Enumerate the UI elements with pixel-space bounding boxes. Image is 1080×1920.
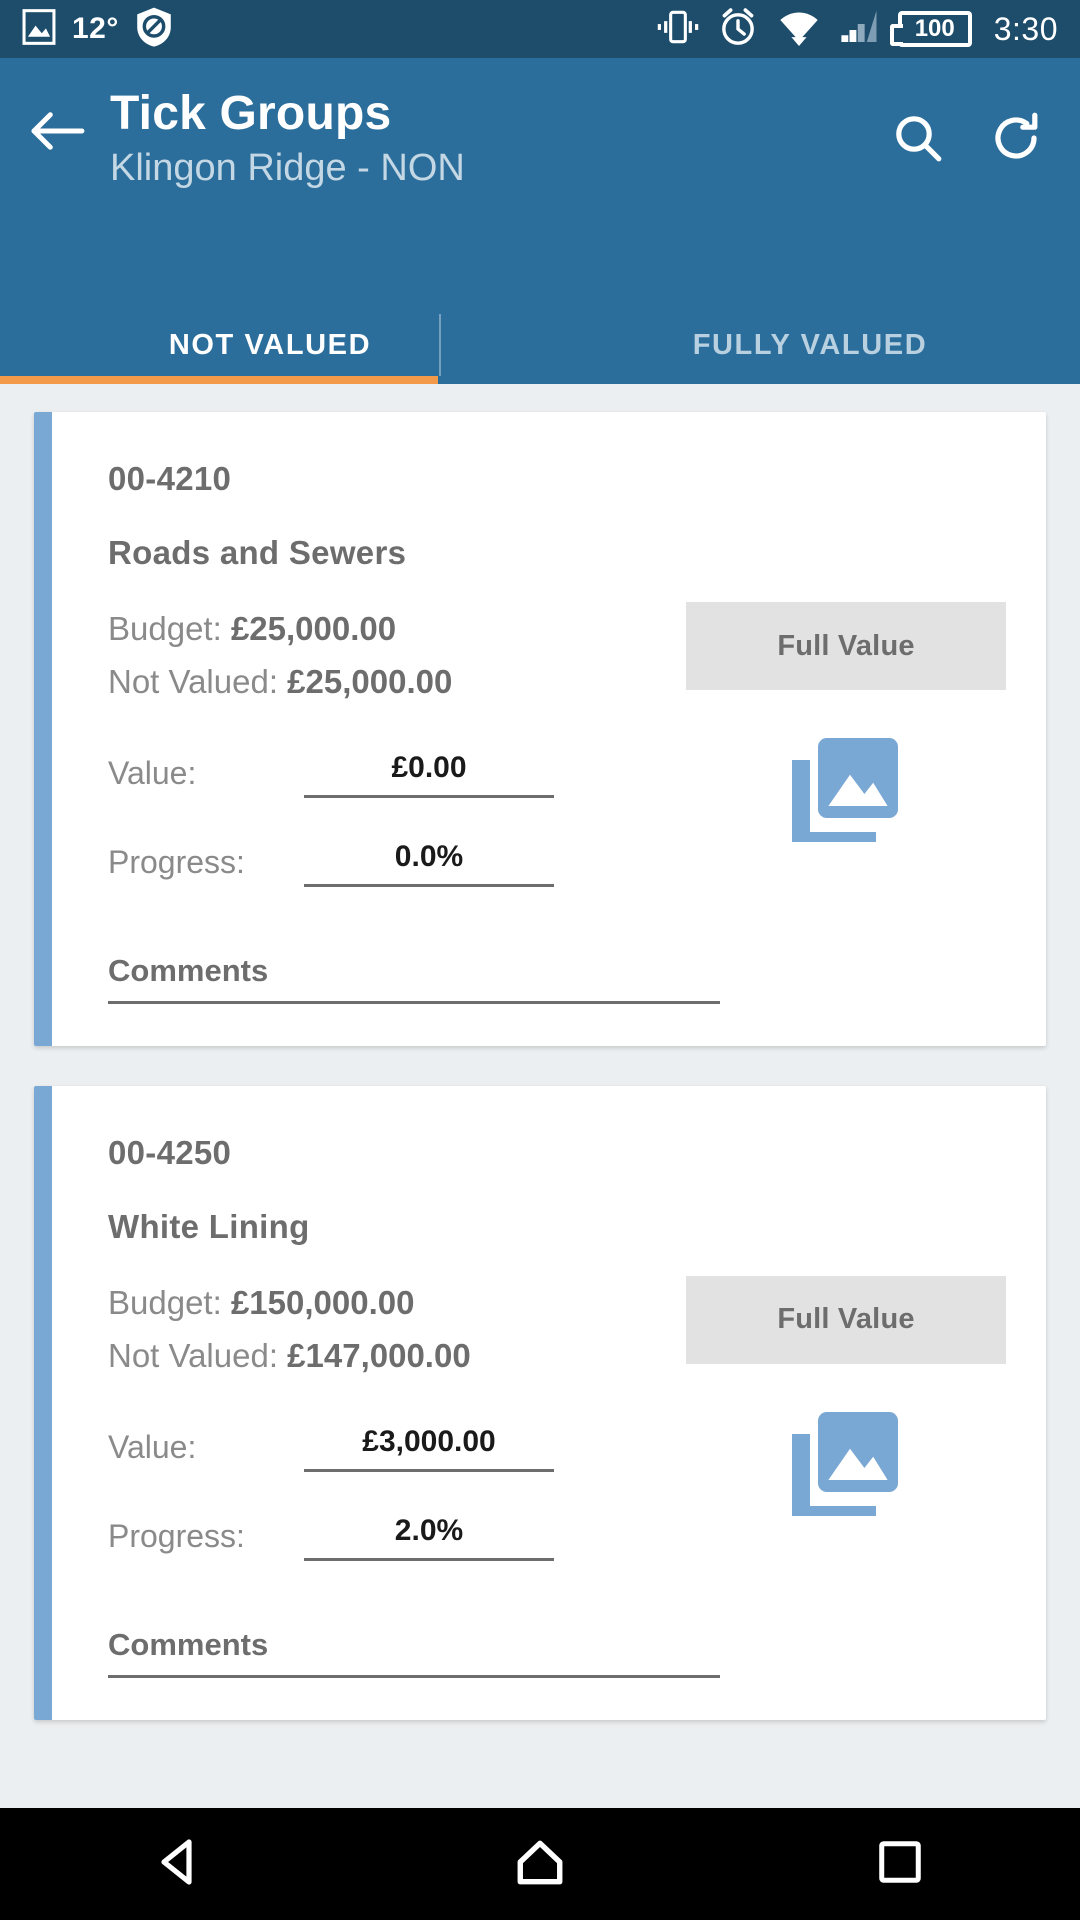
app-bar: Tick Groups Klingon Ridge - NON (0, 58, 1080, 306)
android-nav-bar (0, 1808, 1080, 1920)
card-code: 00-4250 (108, 1133, 232, 1171)
budget-line: Budget: £150,000.00 (108, 1276, 676, 1329)
not-valued-label: Not Valued: (108, 1337, 278, 1375)
comments-underline (108, 1674, 720, 1678)
value-input[interactable]: £3,000.00 (304, 1425, 554, 1472)
search-icon (892, 116, 944, 168)
tab-fully-valued-label: FULLY VALUED (692, 328, 928, 361)
tab-not-valued[interactable]: NOT VALUED (0, 306, 540, 384)
refresh-button[interactable] (990, 112, 1042, 169)
comments-field[interactable]: Comments (108, 953, 1006, 1004)
battery-icon: 100 (889, 11, 972, 47)
tab-not-valued-label: NOT VALUED (168, 328, 372, 361)
refresh-icon (990, 112, 1042, 168)
value-row: Value: £0.00 (108, 751, 676, 798)
image-icon (22, 8, 56, 50)
budget-label: Budget: (108, 1283, 222, 1321)
nav-recents-square-icon (875, 1837, 925, 1892)
nav-home-icon (513, 1835, 567, 1894)
wifi-icon (776, 8, 822, 51)
value-label: Value: (108, 1428, 197, 1465)
card-code: 00-4210 (108, 460, 232, 497)
nav-home-button[interactable] (450, 1835, 630, 1894)
app-bar-titles: Tick Groups Klingon Ridge - NON (98, 88, 892, 190)
progress-input[interactable]: 0.0% (304, 840, 554, 887)
tab-active-indicator (0, 376, 438, 384)
full-value-button[interactable]: Full Value (686, 602, 1006, 690)
nav-recents-button[interactable] (810, 1837, 990, 1892)
not-valued-label: Not Valued: (108, 663, 278, 701)
comments-label: Comments (108, 1626, 269, 1662)
photo-gallery-icon (786, 734, 906, 851)
app-bar-row: Tick Groups Klingon Ridge - NON (28, 88, 1052, 190)
vibrate-icon (656, 9, 700, 50)
not-valued-value: £25,000.00 (287, 663, 453, 701)
card-accent-stripe (34, 412, 52, 1046)
phone-screen: 12° 100 3:30 Tick Groups Klingon Ridge -… (0, 0, 1080, 1920)
comments-label: Comments (108, 952, 269, 988)
tick-groups-list[interactable]: 00-4210 Roads and Sewers Budget: £25,000… (0, 384, 1080, 1920)
budget-label: Budget: (108, 610, 222, 647)
progress-row: Progress: 0.0% (108, 840, 676, 887)
tab-divider (439, 314, 441, 376)
photo-gallery-icon (786, 1408, 906, 1525)
back-arrow-icon (28, 112, 86, 158)
nav-back-button[interactable] (90, 1836, 270, 1893)
not-valued-line: Not Valued: £25,000.00 (108, 655, 676, 708)
tab-bar: NOT VALUED FULLY VALUED (0, 306, 1080, 384)
budget-value: £150,000.00 (230, 1283, 415, 1321)
gallery-button[interactable] (686, 1408, 1006, 1525)
budget-line: Budget: £25,000.00 (108, 602, 676, 655)
card-actions: Full Value (676, 602, 1006, 887)
card-figures: Budget: £25,000.00 Not Valued: £25,000.0… (108, 602, 676, 887)
progress-row: Progress: 2.0% (108, 1514, 676, 1561)
battery-level-text: 100 (914, 15, 955, 42)
cellular-signal-icon (840, 9, 880, 50)
card-accent-stripe (34, 1085, 52, 1720)
alarm-clock-icon (718, 7, 758, 52)
status-bar-left: 12° (22, 6, 173, 53)
value-row: Value: £3,000.00 (108, 1425, 676, 1472)
not-valued-line: Not Valued: £147,000.00 (108, 1329, 676, 1382)
temperature-text: 12° (72, 12, 119, 45)
value-label: Value: (108, 754, 197, 791)
blocked-shield-icon (135, 6, 173, 53)
comments-underline (108, 1000, 720, 1004)
progress-input[interactable]: 2.0% (304, 1514, 554, 1561)
card-body: 00-4210 Roads and Sewers Budget: £25,000… (52, 412, 1046, 1046)
not-valued-value: £147,000.00 (287, 1337, 471, 1375)
tick-group-card[interactable]: 00-4210 Roads and Sewers Budget: £25,000… (34, 412, 1046, 1046)
comments-field[interactable]: Comments (108, 1627, 1006, 1678)
page-subtitle: Klingon Ridge - NON (110, 146, 465, 189)
progress-label: Progress: (108, 843, 245, 880)
nav-back-triangle-icon (154, 1836, 206, 1893)
search-button[interactable] (892, 112, 944, 169)
page-title: Tick Groups (110, 87, 392, 140)
card-name: White Lining (108, 1207, 310, 1245)
card-middle: Budget: £150,000.00 Not Valued: £147,000… (108, 1275, 1006, 1561)
card-figures: Budget: £150,000.00 Not Valued: £147,000… (108, 1276, 676, 1561)
app-bar-actions (892, 88, 1052, 169)
progress-label: Progress: (108, 1517, 245, 1554)
tick-group-card[interactable]: 00-4250 White Lining Budget: £150,000.00… (34, 1085, 1046, 1720)
full-value-button[interactable]: Full Value (686, 1275, 1006, 1364)
status-bar-right: 100 3:30 (656, 7, 1058, 52)
card-body: 00-4250 White Lining Budget: £150,000.00… (52, 1086, 1046, 1720)
budget-value: £25,000.00 (230, 610, 397, 647)
clock-text: 3:30 (993, 10, 1058, 47)
card-actions: Full Value (676, 1275, 1006, 1561)
status-bar: 12° 100 3:30 (0, 0, 1080, 58)
card-middle: Budget: £25,000.00 Not Valued: £25,000.0… (108, 602, 1006, 887)
value-input[interactable]: £0.00 (304, 751, 554, 798)
card-name: Roads and Sewers (108, 534, 407, 571)
back-button[interactable] (28, 88, 98, 159)
tab-fully-valued[interactable]: FULLY VALUED (540, 306, 1080, 384)
gallery-button[interactable] (686, 734, 1006, 851)
